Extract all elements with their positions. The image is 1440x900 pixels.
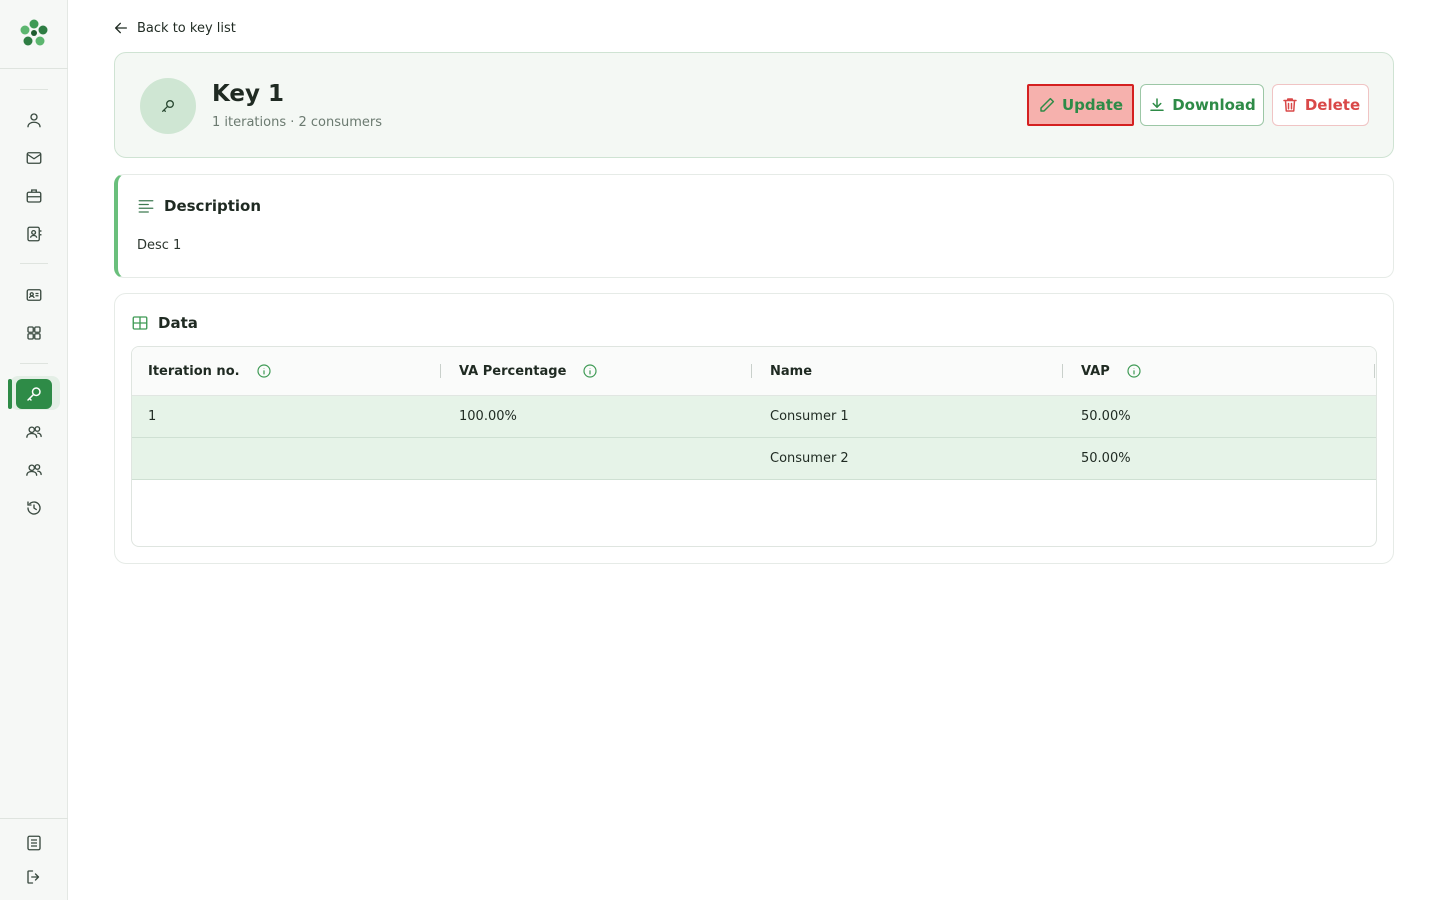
contact-book-icon [27,226,42,242]
app-logo[interactable] [19,18,49,48]
download-button-label: Download [1172,96,1256,114]
briefcase-icon [26,189,42,203]
table-icon [132,316,148,330]
data-table: Iteration no. VA Percentage Name VAP 1 1… [131,346,1377,547]
update-button-label: Update [1061,96,1124,114]
sidebar-divider [20,263,48,264]
user-icon [27,113,41,128]
sidebar-divider [20,363,48,364]
back-link-label: Back to key list [137,20,236,36]
pencil-icon [1040,97,1055,112]
column-resizer[interactable] [1062,364,1063,378]
sidebar-item-grid[interactable] [17,318,51,348]
sidebar-item-briefcase[interactable] [17,181,51,211]
update-button[interactable]: Update [1027,84,1134,126]
text-lines-icon [138,200,154,213]
sidebar-item-user[interactable] [17,105,51,135]
users-icon [26,426,42,438]
sidebar-item-logout[interactable] [17,862,51,892]
info-icon[interactable] [256,363,272,379]
cell-iteration: 1 [148,409,157,424]
column-header-label: Iteration no. [148,363,240,379]
column-header-iteration[interactable]: Iteration no. [148,347,272,395]
key-header-card: Key 1 1 iterations · 2 consumers Update … [114,52,1394,158]
column-resizer[interactable] [440,364,441,378]
column-header-va-percentage[interactable]: VA Percentage [459,347,598,395]
table-row[interactable]: 1 100.00% Consumer 1 50.00% [132,396,1376,438]
sidebar-item-mail[interactable] [17,143,51,173]
column-header-label: VA Percentage [459,363,567,379]
column-header-label: Name [770,363,813,379]
download-button[interactable]: Download [1140,84,1264,126]
key-summary: 1 iterations · 2 consumers [212,115,383,130]
page-title: Key 1 [212,81,285,107]
description-header: Description [137,197,261,215]
grid-icon [27,326,41,340]
column-header-label: VAP [1081,363,1110,379]
delete-button[interactable]: Delete [1272,84,1369,126]
sidebar-divider [0,68,68,69]
mail-icon [26,152,42,164]
cell-va-percentage: 100.00% [459,409,517,424]
cell-name: Consumer 1 [770,409,849,424]
sidebar-divider [20,89,48,90]
sidebar-item-id-card[interactable] [17,280,51,310]
sidebar-item-history[interactable] [17,493,51,523]
document-icon [27,835,41,851]
column-resizer[interactable] [1374,364,1375,378]
key-avatar [140,78,196,134]
back-to-key-list-link[interactable]: Back to key list [113,20,236,36]
trash-icon [1283,98,1297,112]
table-header: Iteration no. VA Percentage Name VAP [132,347,1376,396]
sidebar-item-keys[interactable] [16,379,52,409]
description-card: Description Desc 1 [114,174,1394,278]
data-header: Data [131,314,198,332]
column-header-name[interactable]: Name [770,347,812,395]
description-text: Desc 1 [137,238,182,253]
data-heading: Data [158,314,198,332]
key-icon [27,387,41,401]
sidebar-active-indicator [8,379,12,409]
data-card: Data Iteration no. VA Percentage Name VA… [114,293,1394,564]
cell-vap: 50.00% [1081,409,1131,424]
arrow-left-icon [115,22,127,34]
info-icon[interactable] [582,363,598,379]
delete-button-label: Delete [1304,96,1361,114]
sidebar-divider [0,818,68,819]
sidebar-item-groups[interactable] [17,455,51,485]
id-card-icon [26,289,42,301]
sidebar-item-consumers[interactable] [17,417,51,447]
table-row[interactable]: Consumer 2 50.00% [132,438,1376,480]
cell-name: Consumer 2 [770,451,849,466]
history-icon [27,501,41,515]
cell-vap: 50.00% [1081,451,1131,466]
logout-icon [27,870,40,884]
column-resizer[interactable] [751,364,752,378]
column-header-vap[interactable]: VAP [1081,347,1142,395]
sidebar-item-docs[interactable] [17,828,51,858]
description-heading: Description [164,197,262,215]
key-icon [162,100,174,112]
download-icon [1150,98,1164,111]
sidebar-item-contacts[interactable] [17,219,51,249]
sidebar [0,0,68,900]
users-alt-icon [26,464,42,476]
info-icon[interactable] [1126,363,1142,379]
